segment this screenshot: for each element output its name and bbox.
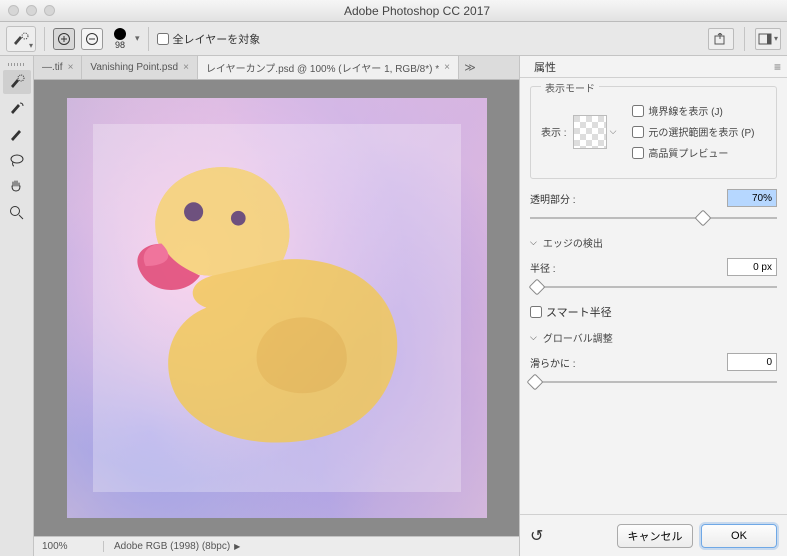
smooth-input[interactable]: [727, 353, 777, 371]
high-quality-preview-checkbox[interactable]: 高品質プレビュー: [632, 145, 754, 160]
zoom-tool[interactable]: [3, 200, 31, 224]
smooth-field: 滑らかに :: [530, 353, 777, 371]
brush-preview[interactable]: 98 ▾: [109, 28, 140, 50]
canvas-viewport[interactable]: [34, 80, 519, 536]
document-tab[interactable]: —.tif×: [34, 56, 82, 79]
ok-button[interactable]: OK: [701, 524, 777, 548]
window-controls: [8, 5, 55, 16]
refine-edge-brush-tool[interactable]: [3, 96, 31, 120]
panel-tab[interactable]: 属性: [526, 57, 564, 77]
magnifier-icon: [8, 204, 26, 220]
transparency-field: 透明部分 :: [530, 189, 777, 207]
panel-footer: ↺ キャンセル OK: [520, 514, 787, 556]
tab-overflow-button[interactable]: ≫: [459, 56, 481, 79]
plus-circle-icon: [57, 32, 71, 46]
brush-size-label: 98: [115, 40, 125, 50]
brush-tool[interactable]: [3, 122, 31, 146]
current-tool-button[interactable]: ▾: [6, 26, 36, 52]
document-tab[interactable]: レイヤーカンプ.psd @ 100% (レイヤー 1, RGB/8*) *×: [198, 56, 459, 79]
reset-button[interactable]: ↺: [530, 526, 543, 546]
close-tab-icon[interactable]: ×: [183, 62, 189, 73]
lasso-tool[interactable]: [3, 148, 31, 172]
sample-all-layers-checkbox[interactable]: 全レイヤーを対象: [157, 31, 261, 47]
show-edge-checkbox[interactable]: 境界線を表示 (J): [632, 103, 754, 118]
quick-selection-tool[interactable]: [3, 70, 31, 94]
global-refinements-header[interactable]: ⌵グローバル調整: [530, 330, 777, 345]
transparency-input[interactable]: [727, 189, 777, 207]
doc-info[interactable]: Adobe RGB (1998) (8bpc) ▶: [104, 541, 240, 552]
panel-grip[interactable]: [0, 60, 33, 68]
chevron-down-icon[interactable]: ⌵: [610, 126, 617, 137]
properties-panel: 属性 ≡ 表示モード 表示 : ⌵ 境界線を表示 (J) 元の選択範囲を表示 (…: [519, 56, 787, 556]
radius-slider[interactable]: [530, 280, 777, 294]
document-tabs: —.tif× Vanishing Point.psd× レイヤーカンプ.psd …: [34, 56, 519, 80]
canvas[interactable]: [67, 98, 487, 518]
panel-header: 属性 ≡: [520, 56, 787, 78]
smart-radius-checkbox[interactable]: スマート半径: [530, 304, 777, 320]
workspace-button[interactable]: ▾: [755, 28, 781, 50]
quick-select-icon: [12, 32, 30, 46]
subtract-from-selection-button[interactable]: [81, 28, 103, 50]
panel-layout-icon: [758, 33, 772, 45]
zoom-window[interactable]: [44, 5, 55, 16]
chevron-right-icon: ▶: [234, 542, 240, 551]
panel-menu-button[interactable]: ≡: [774, 60, 781, 74]
duck-layer: [117, 148, 436, 467]
close-window[interactable]: [8, 5, 19, 16]
status-bar: 100% Adobe RGB (1998) (8bpc) ▶: [34, 536, 519, 556]
chevron-down-icon: ▾: [135, 33, 140, 44]
titlebar: Adobe Photoshop CC 2017: [0, 0, 787, 22]
smooth-slider[interactable]: [530, 375, 777, 389]
show-label: 表示 :: [541, 124, 567, 139]
close-tab-icon[interactable]: ×: [68, 62, 74, 73]
panel-body[interactable]: 表示モード 表示 : ⌵ 境界線を表示 (J) 元の選択範囲を表示 (P) 高品…: [520, 78, 787, 514]
transparency-slider[interactable]: [530, 211, 777, 225]
brush-edge-icon: [8, 100, 26, 116]
smooth-label: 滑らかに :: [530, 355, 576, 370]
document-area: —.tif× Vanishing Point.psd× レイヤーカンプ.psd …: [34, 56, 519, 556]
chevron-down-icon: ⌵: [530, 237, 537, 248]
transparency-label: 透明部分 :: [530, 191, 576, 206]
close-tab-icon[interactable]: ×: [444, 62, 450, 73]
edge-detection-header[interactable]: ⌵エッジの検出: [530, 235, 777, 250]
radius-label: 半径 :: [530, 260, 556, 275]
sample-all-layers-label: 全レイヤーを対象: [173, 31, 261, 47]
lasso-icon: [8, 152, 26, 168]
chevron-down-icon: ⌵: [530, 332, 537, 343]
hand-tool[interactable]: [3, 174, 31, 198]
document-tab[interactable]: Vanishing Point.psd×: [82, 56, 198, 79]
options-bar: ▾ 98 ▾ 全レイヤーを対象 ▾: [0, 22, 787, 56]
radius-input[interactable]: [727, 258, 777, 276]
tools-panel: [0, 56, 34, 556]
app-title: Adobe Photoshop CC 2017: [55, 4, 779, 18]
share-button[interactable]: [708, 28, 734, 50]
share-icon: [714, 33, 728, 45]
view-swatch[interactable]: [573, 115, 607, 149]
cancel-button[interactable]: キャンセル: [617, 524, 693, 548]
quick-select-icon: [8, 74, 26, 90]
hand-icon: [8, 178, 26, 194]
minus-circle-icon: [85, 32, 99, 46]
group-title: 表示モード: [541, 80, 599, 95]
radius-field: 半径 :: [530, 258, 777, 276]
display-mode-group: 表示モード 表示 : ⌵ 境界線を表示 (J) 元の選択範囲を表示 (P) 高品…: [530, 86, 777, 179]
minimize-window[interactable]: [26, 5, 37, 16]
brush-dot-icon: [114, 28, 126, 40]
zoom-field[interactable]: 100%: [34, 541, 104, 552]
add-to-selection-button[interactable]: [53, 28, 75, 50]
show-original-checkbox[interactable]: 元の選択範囲を表示 (P): [632, 124, 754, 139]
brush-icon: [8, 126, 26, 142]
